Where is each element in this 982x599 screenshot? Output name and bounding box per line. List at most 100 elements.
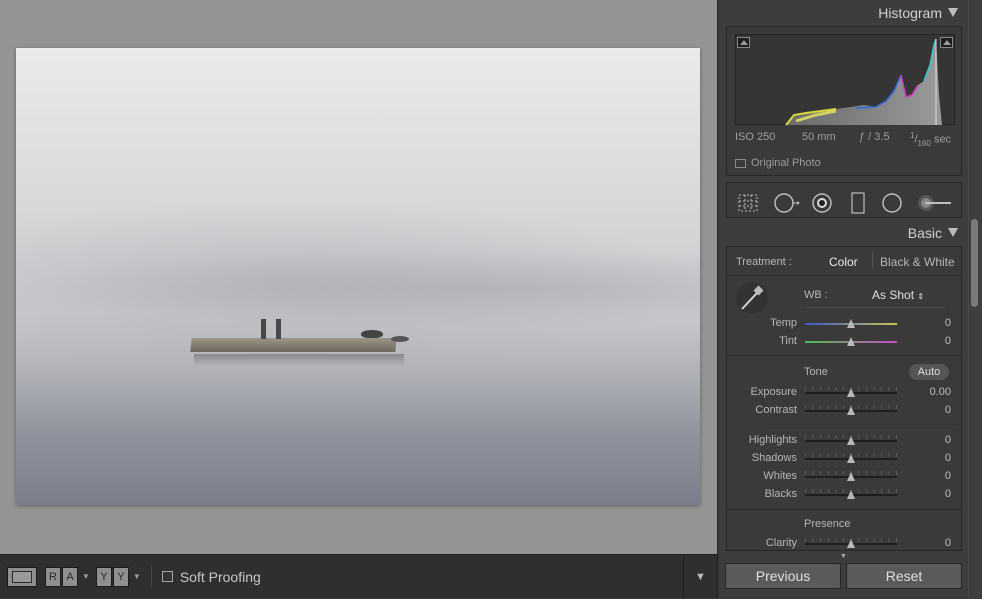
whites-slider-thumb[interactable] [847,472,855,481]
temp-label: Temp [770,317,797,329]
collapse-triangle-icon[interactable] [948,8,958,17]
highlights-value[interactable]: 0 [945,434,951,446]
original-photo-toggle[interactable]: Original Photo [735,157,821,169]
updown-arrow-icon: ⇕ [917,292,925,301]
wb-underline [805,307,945,308]
bird [391,336,409,342]
shadow-clipping-indicator[interactable] [737,37,750,48]
histogram-graph[interactable] [735,34,955,126]
subsection-divider [767,424,957,425]
blacks-slider-row: Blacks 0 [727,485,961,503]
exposure-value[interactable]: 0.00 [930,386,951,398]
crop-icon[interactable] [737,192,759,214]
tint-value[interactable]: 0 [945,335,951,347]
wb-value: As Shot [872,288,915,302]
contrast-slider-thumb[interactable] [847,406,855,415]
highlight-clipping-indicator[interactable] [940,37,953,48]
before-after-lr-group: R A [45,566,78,587]
treatment-label: Treatment : [736,256,792,268]
temp-slider-row: Temp 0 [727,314,961,332]
red-eye-icon[interactable] [811,192,833,214]
loupe-view-button[interactable] [7,566,37,587]
whites-value[interactable]: 0 [945,470,951,482]
panel-content: Histogram ISO 250 50 mm ƒ / 3.5 1/160 se… [720,0,968,598]
chevron-down-icon[interactable]: ▼ [82,572,90,581]
original-photo-checkbox[interactable] [735,158,746,168]
photo-preview[interactable] [16,48,700,505]
blacks-label: Blacks [764,488,797,500]
tint-slider-thumb[interactable] [847,337,855,346]
shadows-slider-row: Shadows 0 [727,449,961,467]
basic-header[interactable]: Basic [726,220,962,242]
exif-aperture: ƒ / 3.5 [859,131,890,143]
shadows-value[interactable]: 0 [945,452,951,464]
adjustment-brush-icon[interactable] [917,192,953,214]
develop-right-panel: Histogram ISO 250 50 mm ƒ / 3.5 1/160 se… [720,0,982,598]
temp-value[interactable]: 0 [945,317,951,329]
exposure-slider-row: Exposure 0.00 [727,383,961,401]
reset-button[interactable]: Reset [846,563,962,589]
before-after-right-button[interactable]: A [62,566,78,587]
histogram-header[interactable]: Histogram [726,0,962,22]
basic-title: Basic [907,225,942,241]
highlights-slider-thumb[interactable] [847,436,855,445]
toolbar-menu-button[interactable]: ▼ [683,555,717,599]
clarity-value[interactable]: 0 [945,537,951,549]
auto-tone-button[interactable]: Auto [909,364,949,380]
clarity-slider-row: Clarity 0 [727,534,961,550]
basic-panel: Treatment : Color Black & White WB : As … [726,246,962,551]
treatment-bw-option[interactable]: Black & White [880,255,955,269]
shutter-unit: sec [933,133,952,146]
toolbar-divider [150,565,152,588]
clarity-slider-thumb[interactable] [847,539,855,548]
section-divider [727,509,961,510]
before-after-left-button[interactable]: R [45,566,61,587]
contrast-value[interactable]: 0 [945,404,951,416]
clarity-label: Clarity [765,537,797,549]
tint-label: Tint [779,335,797,347]
chevron-down-icon[interactable]: ▼ [840,553,847,560]
spot-removal-icon[interactable] [773,192,801,214]
tint-slider-row: Tint 0 [727,332,961,350]
highlights-slider-row: Highlights 0 [727,431,961,449]
radial-filter-icon[interactable] [881,192,903,214]
whites-label: Whites [763,470,797,482]
exposure-label: Exposure [750,386,797,398]
contrast-label: Contrast [755,404,797,416]
panel-scrollbar[interactable] [969,0,982,598]
tool-strip [726,182,962,218]
exposure-slider-thumb[interactable] [847,388,855,397]
wb-label: WB : [804,289,828,301]
whites-slider-row: Whites 0 [727,467,961,485]
blacks-slider-thumb[interactable] [847,490,855,499]
treatment-color-option[interactable]: Color [829,255,858,269]
image-canvas[interactable] [0,0,718,554]
section-divider [727,355,961,356]
shadows-slider-thumb[interactable] [847,454,855,463]
histogram-panel: ISO 250 50 mm ƒ / 3.5 1/160 sec Original… [726,26,962,176]
blacks-value[interactable]: 0 [945,488,951,500]
before-after-bottom-button[interactable]: Y [112,566,129,587]
highlights-label: Highlights [748,434,797,446]
chevron-down-icon: ▼ [695,571,706,583]
before-after-top-button[interactable]: Y [95,566,112,587]
exif-focal-length: 50 mm [802,131,836,143]
soft-proofing-checkbox[interactable] [161,571,173,582]
previous-button[interactable]: Previous [725,563,841,589]
dock-post [276,319,281,339]
histogram-title: Histogram [878,5,942,21]
graduated-filter-icon[interactable] [847,192,869,214]
scrollbar-thumb[interactable] [971,219,978,307]
soft-proofing-label: Soft Proofing [179,568,261,585]
exif-shutter: 1/160 sec [910,131,952,148]
eyedropper-icon[interactable] [735,281,769,315]
treatment-divider [872,252,873,268]
dock-reflection [194,354,404,366]
wb-select[interactable]: As Shot ⇕ [872,288,924,302]
shutter-numerator: 1 [910,131,915,140]
temp-slider-thumb[interactable] [847,319,855,328]
histogram-curve [785,38,942,126]
collapse-triangle-icon[interactable] [948,228,958,237]
section-divider [727,275,961,276]
chevron-down-icon[interactable]: ▼ [133,572,141,581]
